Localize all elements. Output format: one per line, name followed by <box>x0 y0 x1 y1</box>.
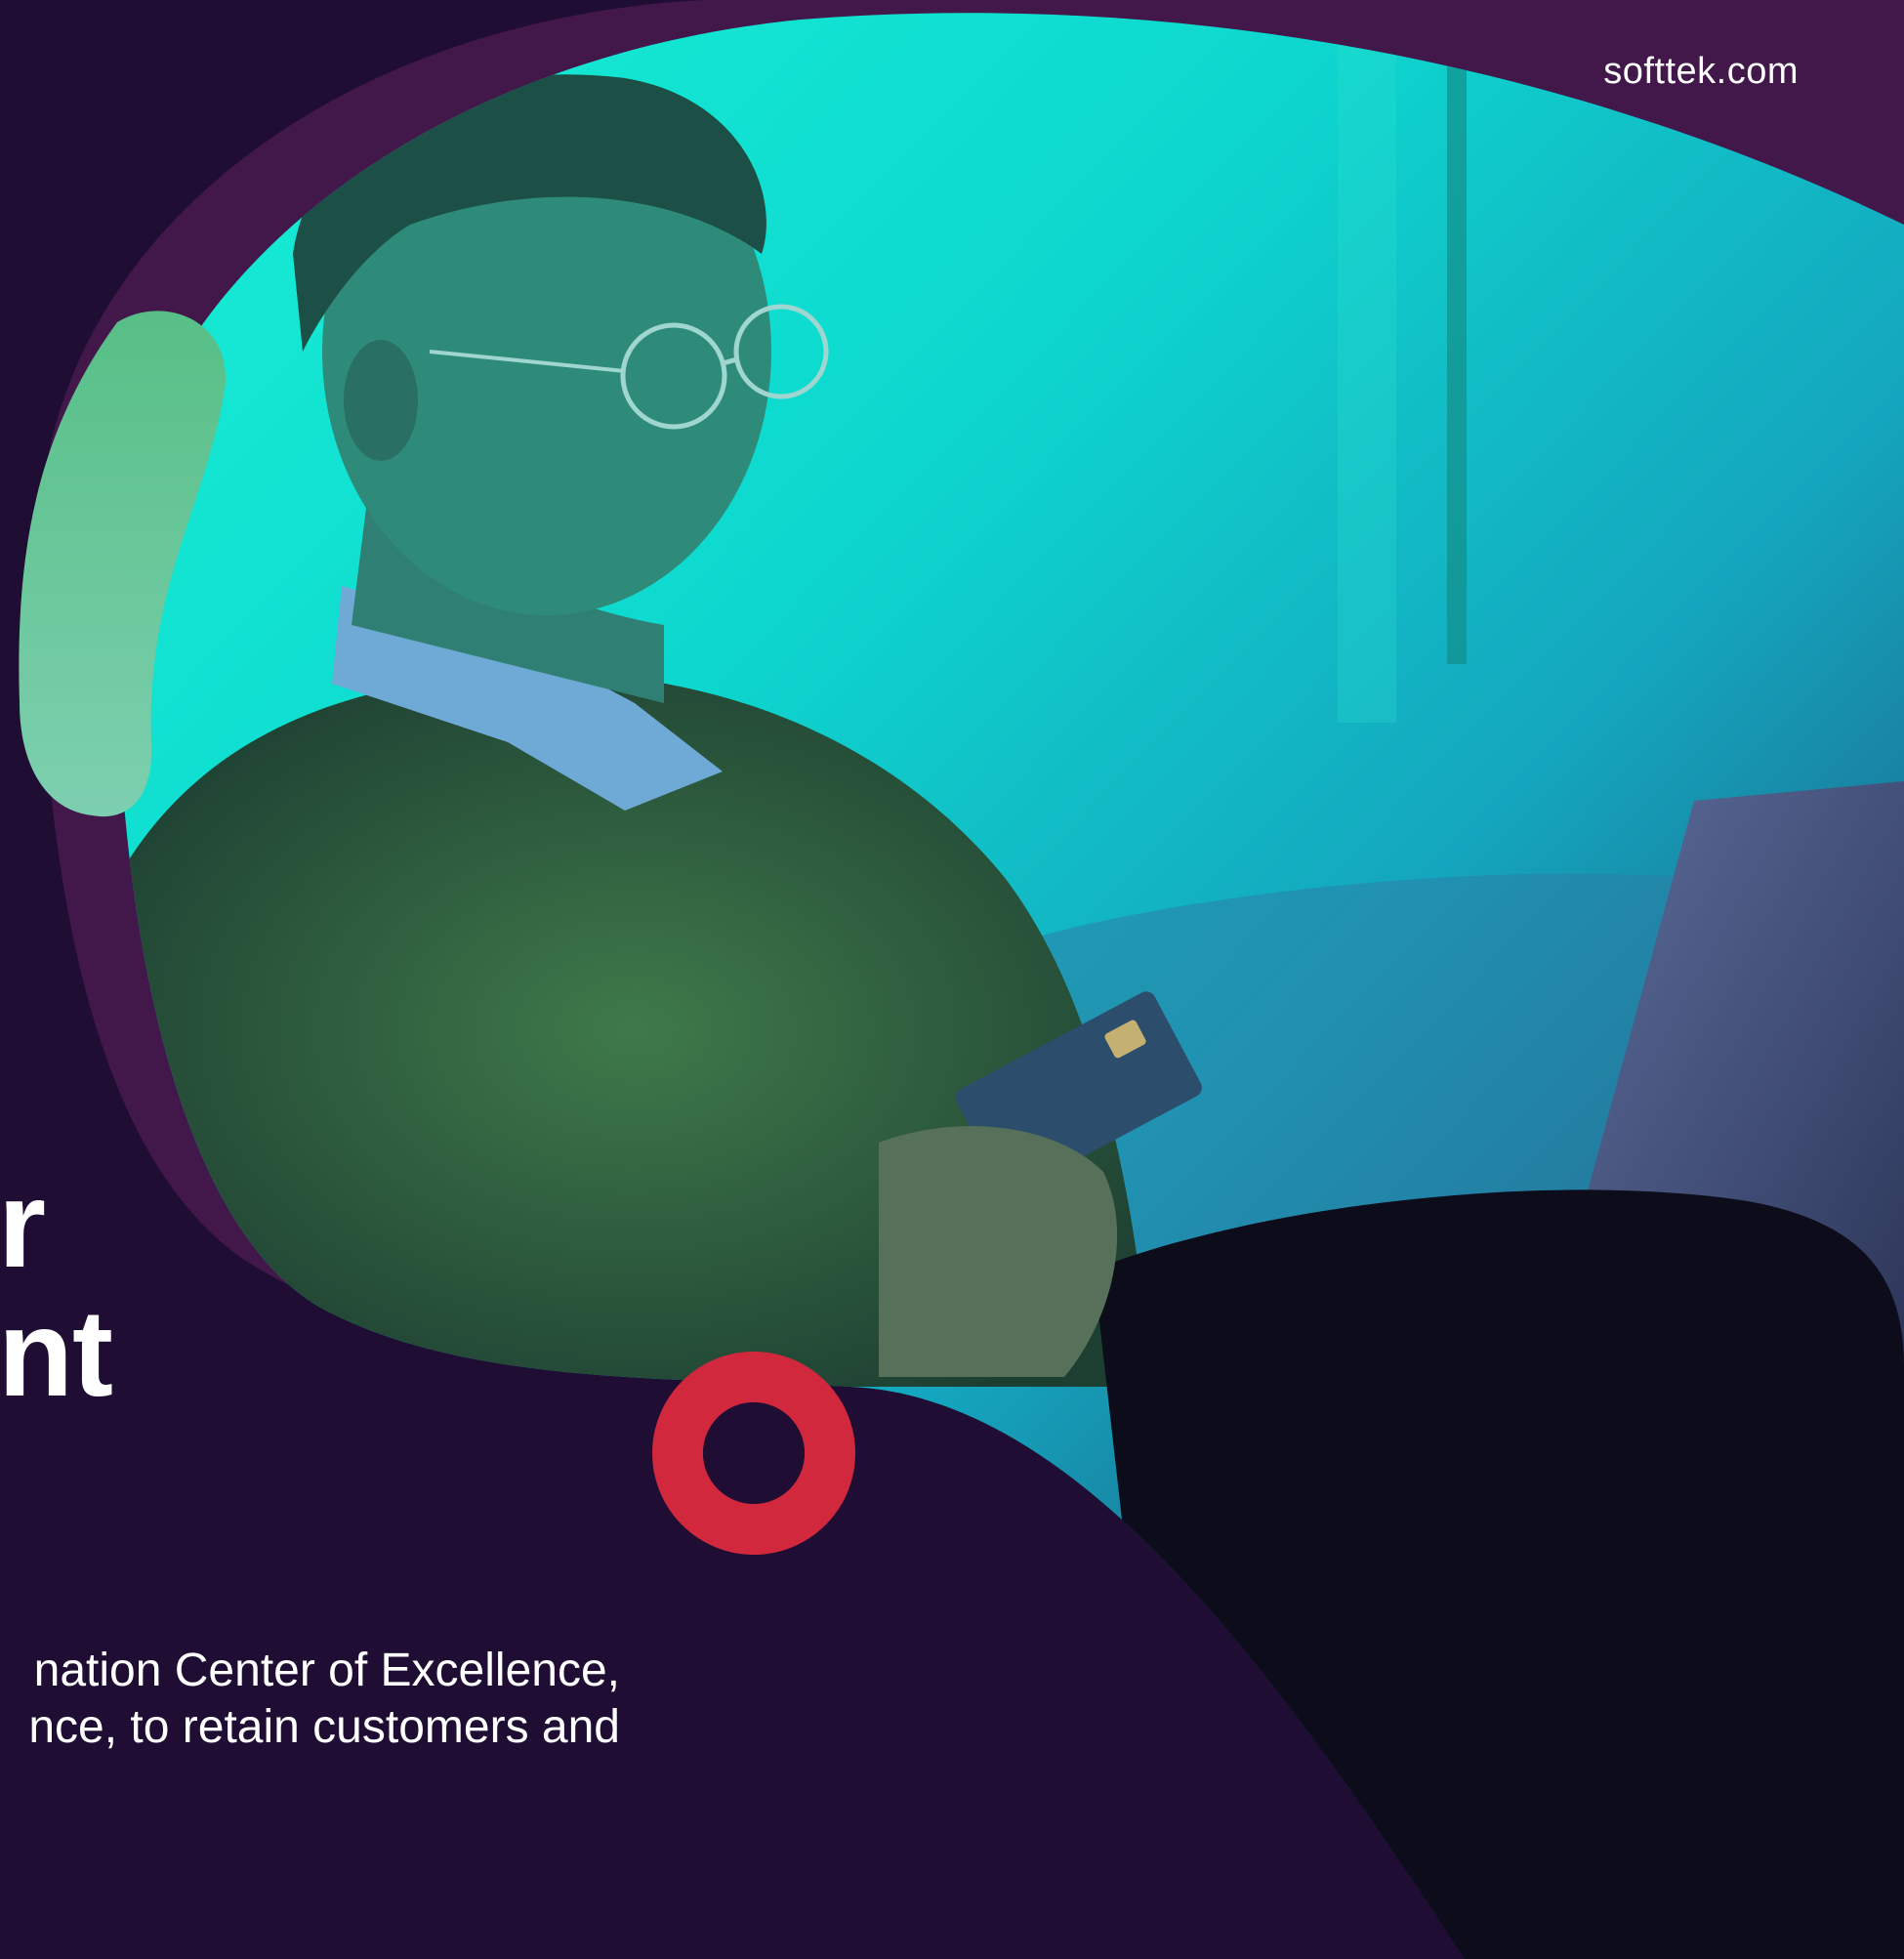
ad-page: softtek.com r nt nation Center of Excell… <box>0 0 1904 1959</box>
headline-line-2: nt <box>0 1284 113 1422</box>
site-url[interactable]: softtek.com <box>1603 51 1799 93</box>
body-copy: nation Center of Excellence, nce, to ret… <box>28 1643 620 1756</box>
body-copy-line-1: nation Center of Excellence, <box>33 1645 620 1696</box>
headline: r nt <box>0 1155 113 1422</box>
headline-line-1: r <box>0 1155 46 1293</box>
body-copy-line-2: nce, to retain customers and <box>28 1701 620 1753</box>
